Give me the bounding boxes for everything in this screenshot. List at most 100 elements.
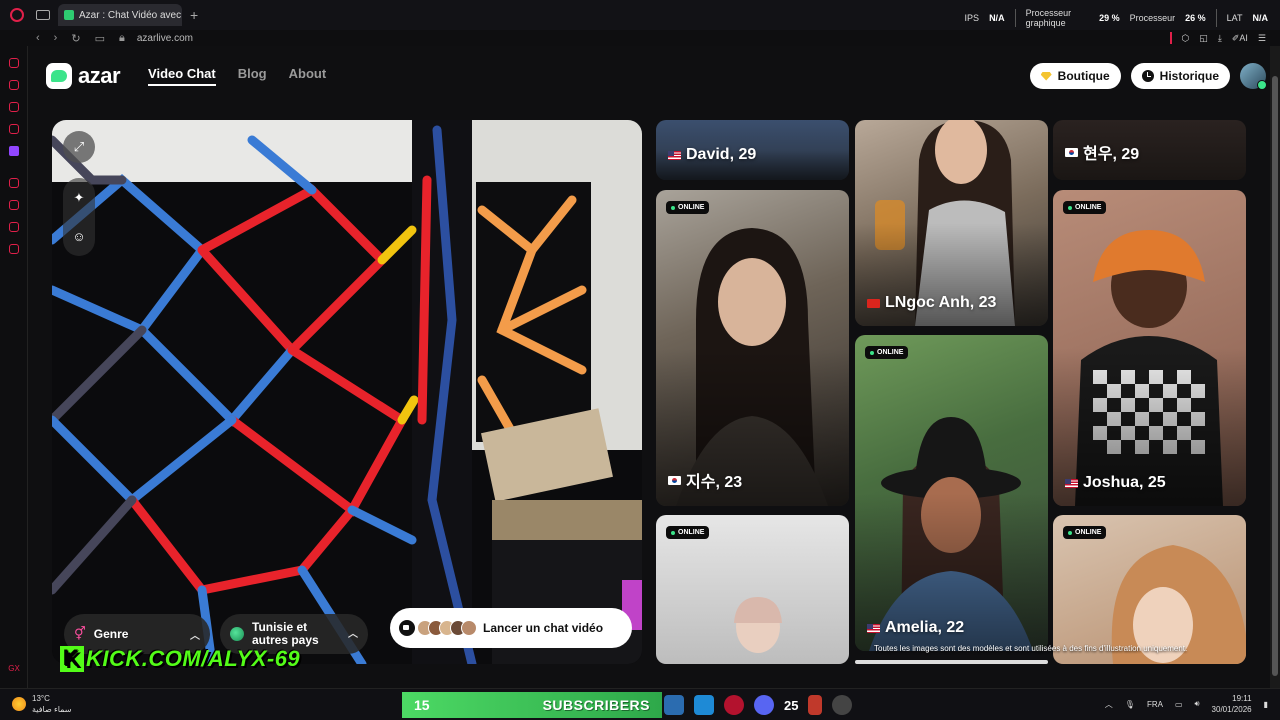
nav-about[interactable]: About xyxy=(289,66,327,86)
lat-value: N/A xyxy=(1252,13,1269,23)
sidebar-speed-icon[interactable] xyxy=(8,58,19,68)
back-button[interactable]: ‹ xyxy=(36,32,40,44)
notifications-icon[interactable]: ▮ xyxy=(1264,700,1268,709)
online-badge: ONLINE xyxy=(678,204,705,211)
gem-icon xyxy=(1040,71,1052,81)
profile-card[interactable]: ONLINE Amelia, 22 xyxy=(855,335,1048,651)
clock[interactable]: 19:11 30/01/2026 xyxy=(1212,693,1252,715)
sidebar-tv-icon[interactable] xyxy=(8,102,19,112)
magic-filter-button[interactable]: ✦ xyxy=(63,178,95,217)
profile-name: David, 29 xyxy=(686,146,757,163)
ips-value: N/A xyxy=(989,13,1005,23)
expand-view-button[interactable]: ⤢ xyxy=(63,131,95,163)
sidebar-settings-icon[interactable] xyxy=(8,244,19,254)
opera-menu-icon[interactable] xyxy=(10,8,24,22)
kick-overlay-text: KICK.COM/ALYX-69 xyxy=(86,646,301,671)
start-video-chat-button[interactable]: Lancer un chat vidéo xyxy=(390,608,632,648)
globe-icon xyxy=(230,627,244,641)
file-explorer-icon[interactable] xyxy=(664,695,684,715)
aria-ai-button[interactable]: ✐AI xyxy=(1232,33,1248,44)
online-badge: ONLINE xyxy=(877,349,904,356)
historique-button[interactable]: Historique xyxy=(1130,63,1230,89)
profile-card[interactable]: ONLINE Joshua, 25 xyxy=(1053,190,1246,506)
discord-icon[interactable] xyxy=(754,695,774,715)
forward-button[interactable]: › xyxy=(54,32,58,44)
weather-description: سماء صافية xyxy=(32,705,72,714)
browser-sidebar: GX xyxy=(0,46,28,688)
azar-logo[interactable]: azar xyxy=(46,63,121,89)
profile-card[interactable]: David, 29 xyxy=(656,120,849,180)
opera-gx-icon[interactable] xyxy=(724,695,744,715)
profile-name: 현우, 29 xyxy=(1083,146,1140,163)
profile-card[interactable]: ONLINE 지수, 23 xyxy=(656,190,849,506)
app-icon[interactable] xyxy=(808,695,823,715)
face-effects-button[interactable]: ☺ xyxy=(63,217,95,256)
us-flag-icon xyxy=(668,150,681,160)
kick-logo-icon: K xyxy=(60,646,84,672)
sidebar-history-icon[interactable] xyxy=(8,200,19,210)
extensions-icon[interactable]: ⬡ xyxy=(1182,33,1190,44)
logo-wordmark: azar xyxy=(78,63,121,88)
page-scrollbar[interactable] xyxy=(1270,46,1280,688)
cpu-label: Processeur xyxy=(1129,13,1176,23)
tab-overview-icon[interactable] xyxy=(36,10,50,20)
reload-button[interactable]: ↻ xyxy=(71,32,80,45)
windows-taskbar: 13°C سماء صافية 15 SUBSCRIBERS 25 ︿ 🎙︎ FR… xyxy=(0,688,1280,720)
main-nav: Video Chat Blog About xyxy=(148,66,326,86)
weather-widget[interactable]: 13°C سماء صافية xyxy=(12,693,72,715)
volume-icon[interactable]: 🔊︎ xyxy=(1195,699,1200,709)
twitch-icon[interactable] xyxy=(8,146,19,156)
sidebar-messenger-icon[interactable] xyxy=(8,124,19,134)
online-badge: ONLINE xyxy=(678,529,705,536)
chevron-up-icon: ︿ xyxy=(348,628,358,640)
sidebar-player-icon[interactable] xyxy=(8,178,19,188)
us-flag-icon xyxy=(1065,478,1078,488)
boutique-label: Boutique xyxy=(1057,69,1110,83)
lat-label: LAT xyxy=(1226,13,1243,23)
browser-tab[interactable]: Azar : Chat Vidéo avec de xyxy=(58,4,182,26)
new-tab-button[interactable]: + xyxy=(190,7,198,23)
snapshot-icon[interactable]: ◱ xyxy=(1199,33,1208,44)
profile-card[interactable]: 현우, 29 xyxy=(1053,120,1246,180)
image-disclaimer: Toutes les images sont des modèles et so… xyxy=(874,644,1188,653)
profile-card[interactable]: LNgoc Anh, 23 xyxy=(855,120,1048,326)
profile-name: LNgoc Anh, 23 xyxy=(885,294,997,311)
profile-card[interactable] xyxy=(855,660,1048,664)
boutique-button[interactable]: Boutique xyxy=(1029,63,1121,89)
gx-performance-stats: IPS N/A Processeur graphique 29 % Process… xyxy=(965,8,1268,28)
menu-icon[interactable]: ☰ xyxy=(1258,33,1266,44)
language-indicator[interactable]: FRA xyxy=(1147,700,1163,709)
nav-video-chat[interactable]: Video Chat xyxy=(148,66,216,86)
obs-icon[interactable] xyxy=(832,695,853,715)
lock-icon: 🔒︎ xyxy=(118,31,125,44)
azar-favicon-icon xyxy=(64,10,74,20)
camera-icon[interactable]: ▭ xyxy=(95,32,105,45)
chevron-up-icon[interactable]: ︿ xyxy=(1105,699,1113,710)
online-badge: ONLINE xyxy=(1075,529,1102,536)
profile-card[interactable]: ONLINE xyxy=(1053,515,1246,664)
browser-tab-bar: Azar : Chat Vidéo avec de + IPS N/A Proc… xyxy=(0,0,1280,30)
site-header: azar Video Chat Blog About Boutique Hist… xyxy=(28,46,1270,106)
scrollbar-thumb[interactable] xyxy=(1272,76,1278,676)
subscriber-goal-overlay: 15 SUBSCRIBERS xyxy=(402,692,662,718)
cpu-value: 26 % xyxy=(1185,13,1206,23)
sidebar-bag-icon[interactable] xyxy=(8,80,19,90)
temperature: 13°C xyxy=(32,694,50,703)
genre-label: Genre xyxy=(93,627,129,641)
chevron-up-icon: ︿ xyxy=(190,630,200,642)
mail-icon[interactable] xyxy=(694,695,714,715)
nav-blog[interactable]: Blog xyxy=(238,66,267,86)
stream-overlay-kick: K KICK.COM/ALYX-69 xyxy=(60,646,300,672)
sidebar-box-icon[interactable] xyxy=(8,222,19,232)
user-avatar[interactable] xyxy=(1240,63,1267,90)
subscriber-label: SUBSCRIBERS xyxy=(542,697,650,713)
network-icon[interactable]: ▭ xyxy=(1175,700,1183,709)
profile-card[interactable]: ONLINE xyxy=(656,515,849,664)
download-icon[interactable]: ⤓ xyxy=(1218,33,1222,44)
url-field[interactable]: azarlive.com xyxy=(137,33,193,44)
azar-logo-icon xyxy=(46,63,72,89)
subscriber-count: 15 xyxy=(414,697,430,713)
microphone-icon[interactable]: 🎙︎ xyxy=(1125,700,1135,709)
address-bar: ‹ › ↻ ▭ 🔒︎ azarlive.com ⬡ ◱ ⤓ ✐AI ☰ xyxy=(28,30,1280,46)
tab-title: Azar : Chat Vidéo avec de xyxy=(79,9,182,21)
